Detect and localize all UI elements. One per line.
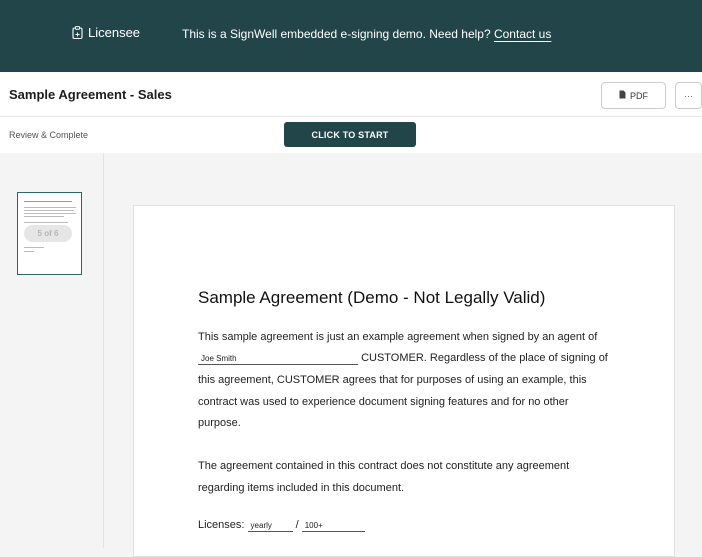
page-count-badge: 5 of 6 xyxy=(24,225,72,242)
review-status: Review & Complete xyxy=(9,130,89,140)
demo-banner: This is a SignWell embedded e-signing de… xyxy=(182,27,551,41)
paragraph-line: This sample agreement is just an example… xyxy=(198,331,598,343)
paragraph-line: contract was used to experience document… xyxy=(198,396,569,408)
page-thumbnails-sidebar: 5 of 6 xyxy=(0,153,104,548)
thumb-line xyxy=(24,251,34,252)
brand-logo: Licensee xyxy=(72,25,140,40)
banner-text: This is a SignWell embedded e-signing de… xyxy=(182,27,491,41)
action-bar: Review & Complete CLICK TO START xyxy=(0,117,702,153)
license-count-field[interactable]: 100+ xyxy=(301,520,365,532)
licenses-line: Licenses: yearly / 100+ xyxy=(198,518,365,532)
pdf-download-button[interactable]: PDF xyxy=(601,82,666,109)
more-options-button[interactable]: ··· xyxy=(675,82,702,109)
paragraph-line: The agreement contained in this contract… xyxy=(198,460,570,472)
paragraph-line: regarding items included in this documen… xyxy=(198,482,405,494)
document-page: Sample Agreement (Demo - Not Legally Val… xyxy=(133,205,675,557)
thumb-line xyxy=(24,216,64,217)
top-banner: Licensee This is a SignWell embedded e-s… xyxy=(0,0,702,72)
document-title: Sample Agreement - Sales xyxy=(9,87,172,102)
click-to-start-button[interactable]: CLICK TO START xyxy=(284,122,416,147)
thumb-line xyxy=(24,210,74,211)
paragraph-line: this agreement, CUSTOMER agrees that for… xyxy=(198,374,587,386)
document-header: Sample Agreement - Sales PDF ··· xyxy=(0,72,702,117)
thumb-line xyxy=(24,222,68,223)
clipboard-icon xyxy=(72,26,83,39)
licenses-label: Licenses: xyxy=(198,519,245,531)
thumb-line xyxy=(24,247,44,248)
paragraph-line: Joe Smith CUSTOMER. Regardless of the pl… xyxy=(198,351,608,365)
paragraph-line: purpose. xyxy=(198,417,241,429)
document-heading: Sample Agreement (Demo - Not Legally Val… xyxy=(198,288,546,307)
name-field[interactable]: Joe Smith xyxy=(198,353,358,365)
licenses-separator: / xyxy=(295,519,299,531)
paragraph-text: CUSTOMER. Regardless of the place of sig… xyxy=(361,352,608,364)
contact-us-link[interactable]: Contact us xyxy=(494,27,551,41)
thumb-line xyxy=(24,207,76,208)
thumb-line xyxy=(24,213,76,214)
thumb-line xyxy=(24,201,72,202)
page-thumbnail[interactable]: 5 of 6 xyxy=(17,192,82,275)
license-term-field[interactable]: yearly xyxy=(247,520,293,532)
ellipsis-icon: ··· xyxy=(684,90,693,101)
pdf-label: PDF xyxy=(630,90,648,101)
file-icon xyxy=(619,90,626,101)
brand-name: Licensee xyxy=(88,25,141,40)
